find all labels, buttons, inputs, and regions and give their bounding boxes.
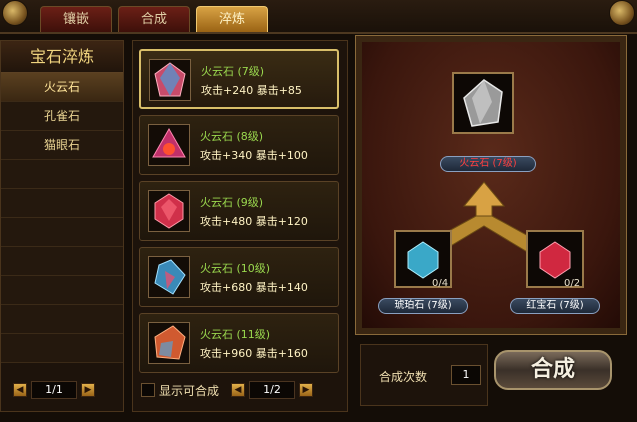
ruby-count: 0/2: [564, 278, 581, 289]
category-page-indicator: 1/1: [31, 381, 77, 399]
result-gem-label: 火云石 (7级): [440, 156, 536, 172]
category-item-fire-cloud[interactable]: 火云石: [1, 73, 123, 102]
gem-list-footer: 显示可合成 ◀ 1/2 ▶: [141, 381, 341, 399]
gem-stats: 攻击+340 暴击+100: [200, 149, 308, 162]
gem-list-item[interactable]: 火云石 (7级) 攻击+240 暴击+85: [139, 49, 339, 109]
category-empty-slot: [1, 247, 123, 276]
gem-icon: [148, 322, 190, 364]
gem-icon: [149, 59, 191, 101]
category-empty-slot: [1, 218, 123, 247]
result-gem-slot[interactable]: [452, 72, 514, 134]
prev-page-button[interactable]: ◀: [13, 383, 27, 397]
tab-compose[interactable]: 合成: [118, 6, 190, 32]
category-item-cats-eye[interactable]: 猫眼石: [1, 131, 123, 160]
gem-list-item[interactable]: 火云石 (10级) 攻击+680 暴击+140: [139, 247, 339, 307]
gem-name: 火云石 (9级): [200, 196, 264, 209]
gem-name: 火云石 (11级): [200, 328, 271, 341]
category-empty-slot: [1, 305, 123, 334]
amber-label: 琥珀石 (7级): [378, 298, 468, 314]
category-pager: ◀ 1/1 ▶: [13, 381, 95, 399]
craft-button[interactable]: 合成: [494, 350, 612, 390]
gem-stats: 攻击+480 暴击+120: [200, 215, 308, 228]
category-empty-slot: [1, 276, 123, 305]
ruby-label: 红宝石 (7级): [510, 298, 600, 314]
category-item-malachite[interactable]: 孔雀石: [1, 102, 123, 131]
corner-ornament-right: [609, 0, 635, 26]
category-empty-slot: [1, 160, 123, 189]
tab-refine[interactable]: 淬炼: [196, 6, 268, 32]
show-craftable-checkbox[interactable]: [141, 383, 155, 397]
gem-list-page-indicator: 1/2: [249, 381, 296, 399]
top-tab-bar: 镶嵌 合成 淬炼: [0, 0, 637, 34]
craft-count-box: 合成次数 1: [360, 344, 488, 406]
gem-list-next-button[interactable]: ▶: [299, 383, 314, 397]
gem-icon: [148, 124, 190, 166]
gem-stats: 攻击+960 暴击+160: [200, 347, 308, 360]
synthesis-panel: 火云石 (7级) 0/4 琥珀石 (7级) 0/2 红宝石 (7级): [355, 35, 627, 335]
next-page-button[interactable]: ▶: [81, 383, 95, 397]
craft-count-input[interactable]: 1: [451, 365, 481, 385]
gem-list-panel: 火云石 (7级) 攻击+240 暴击+85 火云石 (8级) 攻击+340 暴击…: [132, 40, 348, 412]
gem-name: 火云石 (10级): [200, 262, 271, 275]
craft-controls: 合成次数 1 合成: [356, 340, 626, 412]
amber-count: 0/4: [432, 278, 449, 289]
gem-list-prev-button[interactable]: ◀: [231, 383, 246, 397]
category-empty-slot: [1, 189, 123, 218]
gem-name: 火云石 (7级): [201, 65, 265, 78]
result-gem-icon: [463, 79, 503, 127]
craft-count-label: 合成次数: [379, 370, 428, 384]
gem-name: 火云石 (8级): [200, 130, 264, 143]
gem-stats: 攻击+240 暴击+85: [201, 84, 302, 97]
category-empty-slot: [1, 334, 123, 363]
gem-list-item[interactable]: 火云石 (8级) 攻击+340 暴击+100: [139, 115, 339, 175]
tab-inlay[interactable]: 镶嵌: [40, 6, 112, 32]
corner-ornament-left: [2, 0, 28, 26]
gem-list-item[interactable]: 火云石 (11级) 攻击+960 暴击+160: [139, 313, 339, 373]
gem-stats: 攻击+680 暴击+140: [200, 281, 308, 294]
gem-icon: [148, 190, 190, 232]
category-panel: 宝石淬炼 火云石 孔雀石 猫眼石 ◀ 1/1 ▶: [0, 40, 124, 412]
show-craftable-label: 显示可合成: [159, 383, 220, 398]
category-panel-title: 宝石淬炼: [1, 41, 123, 73]
gem-list-item[interactable]: 火云石 (9级) 攻击+480 暴击+120: [139, 181, 339, 241]
gem-icon: [148, 256, 190, 298]
